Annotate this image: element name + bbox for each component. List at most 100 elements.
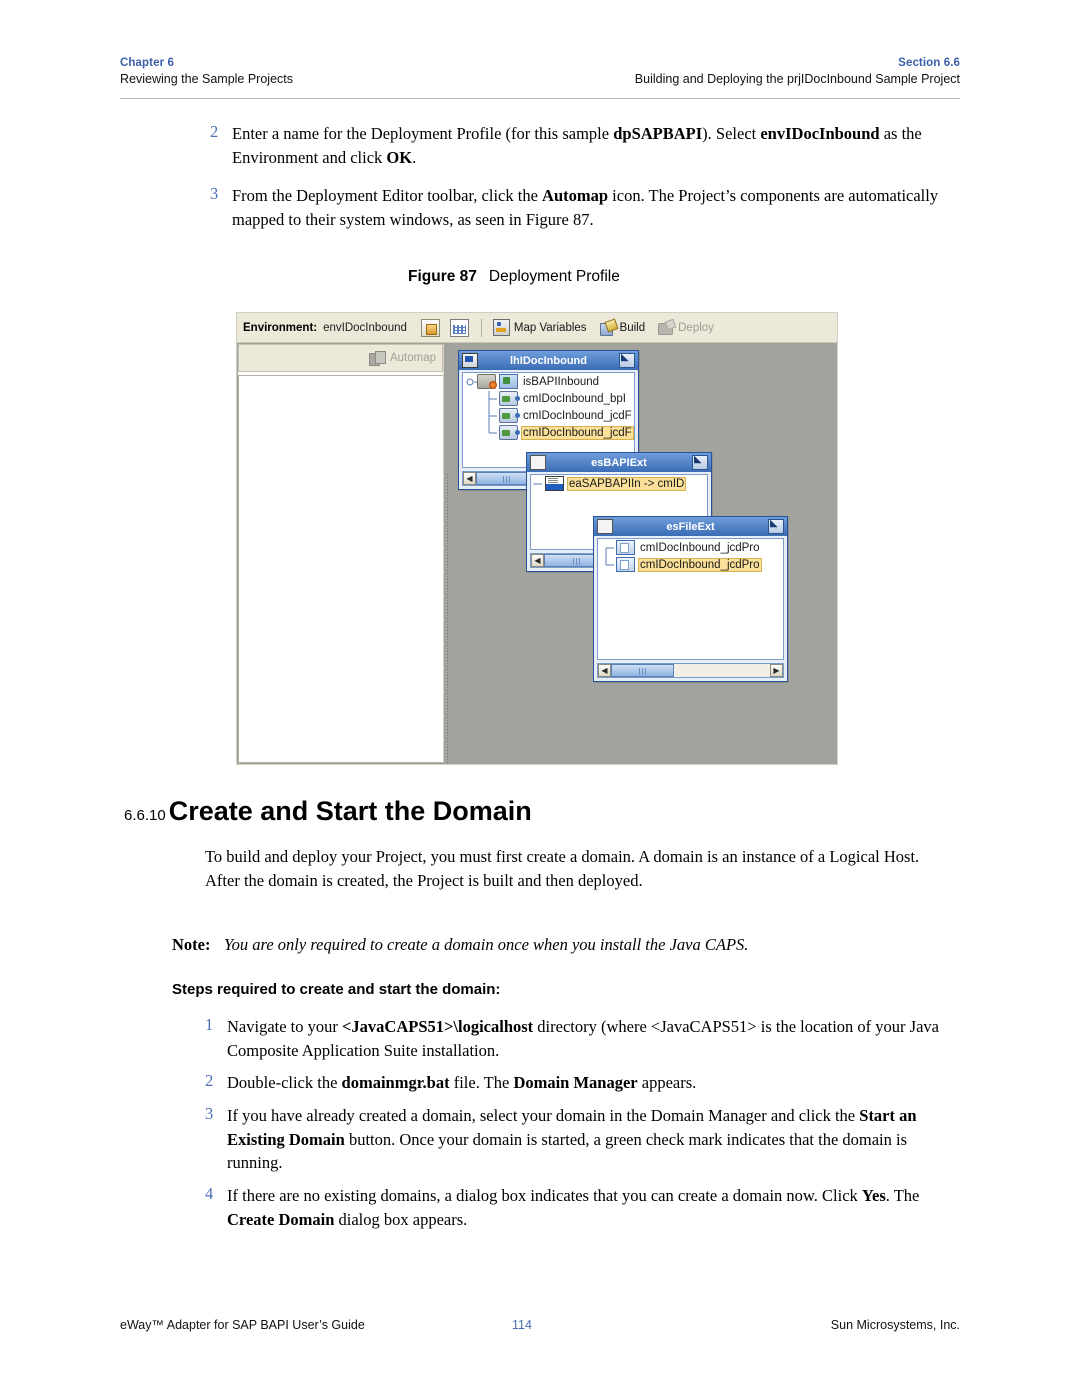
tree-row-label: cmIDocInbound_jcdF [523, 409, 632, 422]
left-canvas [238, 375, 443, 763]
footer-company: Sun Microsystems, Inc. [830, 1318, 960, 1332]
step-item: 2 Double-click the domainmgr.bat file. T… [205, 1071, 945, 1095]
horizontal-scrollbar[interactable]: ◀ ▶ [597, 663, 784, 678]
window-titlebar[interactable]: esBAPIExt [527, 453, 711, 472]
environment-label: Environment: [243, 321, 318, 334]
connection-icon [499, 425, 520, 440]
page-title: 6.6.10 Create and Start the Domain [124, 796, 532, 827]
deploy-button: Deploy [658, 320, 714, 335]
page-header: Chapter 6 Reviewing the Sample Projects … [120, 56, 960, 98]
tree-row-label: isBAPIInbound [523, 375, 600, 388]
page-number: 114 [512, 1318, 532, 1332]
map-variables-icon [492, 319, 510, 336]
header-chapter: Chapter 6 [120, 57, 174, 69]
deploy-icon [658, 320, 674, 335]
documents-icon[interactable] [420, 318, 440, 337]
window-titlebar[interactable]: lhIDocInbound [459, 351, 638, 370]
header-divider [120, 98, 960, 99]
section-intro-paragraph: To build and deploy your Project, you mu… [205, 847, 920, 890]
toolbar-separator [480, 318, 482, 337]
window-titlebar[interactable]: esFileExt [594, 517, 787, 536]
restore-icon[interactable] [768, 517, 784, 534]
automap-icon [368, 351, 386, 366]
step-item: 2 Enter a name for the Deployment Profil… [210, 122, 950, 169]
build-label: Build [619, 321, 646, 334]
environment-value: envIDocInbound [323, 321, 407, 334]
scroll-left-arrow[interactable]: ◀ [598, 664, 611, 677]
panel-splitter[interactable] [443, 344, 452, 764]
tree-row[interactable]: isBAPIInbound [463, 373, 634, 390]
map-variables-button[interactable]: Map Variables [492, 319, 587, 336]
step-number: 2 [205, 1071, 214, 1090]
service-icon [499, 374, 518, 389]
step-item: 3 If you have already created a domain, … [205, 1104, 945, 1175]
automap-label: Automap [389, 352, 436, 364]
section-number: 6.6.10 [124, 807, 166, 824]
connection-icon [499, 391, 520, 406]
window-title: esBAPIExt [591, 456, 647, 469]
deployment-profile-screenshot: Environment: envIDocInbound Map Variable… [236, 312, 838, 765]
scroll-right-arrow[interactable]: ▶ [770, 664, 783, 677]
tree-row-label: eaSAPBAPIIn -> cmID [567, 476, 687, 491]
file-icon [616, 557, 635, 572]
step-text: Double-click the domainmgr.bat file. The… [227, 1073, 697, 1092]
window-title: esFileExt [666, 520, 715, 533]
step-item: 3 From the Deployment Editor toolbar, cl… [210, 184, 950, 231]
tree-row-label: cmIDocInbound_bpI [523, 392, 626, 405]
header-left: Chapter 6 Reviewing the Sample Projects [120, 56, 293, 88]
figure-label: Figure 87 [408, 268, 477, 285]
file-icon [616, 540, 635, 555]
deployment-left-panel: Automap [238, 344, 443, 763]
tree-row-label: cmIDocInbound_jcdF [521, 425, 634, 440]
header-section: Section 6.6 [898, 57, 960, 69]
step-number: 1 [205, 1015, 214, 1034]
tree-row-selected[interactable]: eaSAPBAPIIn -> cmID [531, 475, 707, 492]
section-title: Create and Start the Domain [168, 796, 532, 826]
map-variables-label: Map Variables [513, 321, 587, 334]
window-title: lhIDocInbound [510, 354, 587, 367]
note-text: You are only required to create a domain… [224, 935, 749, 954]
figure-title: Deployment Profile [488, 268, 620, 285]
tree-row[interactable]: cmIDocInbound_bpI [463, 390, 634, 407]
step-item: 1 Navigate to your <JavaCAPS51>\logicalh… [205, 1015, 945, 1062]
build-button[interactable]: Build [599, 320, 646, 336]
window-tree: cmIDocInbound_jcdPro cmIDocInbound_jcdPr… [597, 538, 784, 660]
header-section-subtitle: Building and Deploying the prjIDocInboun… [634, 72, 960, 86]
header-right: Section 6.6 Building and Deploying the p… [635, 56, 960, 88]
scroll-left-arrow[interactable]: ◀ [463, 472, 476, 485]
step-text: If there are no existing domains, a dial… [227, 1186, 920, 1229]
restore-icon[interactable] [619, 351, 635, 368]
step-text: Navigate to your <JavaCAPS51>\logicalhos… [227, 1017, 939, 1060]
automap-button: Automap [238, 344, 443, 372]
note-label: Note: [172, 935, 211, 954]
step-item: 4 If there are no existing domains, a di… [205, 1184, 945, 1231]
tree-row-selected[interactable]: cmIDocInbound_jcdF [463, 424, 634, 441]
header-chapter-subtitle: Reviewing the Sample Projects [120, 72, 293, 86]
tree-row-selected[interactable]: cmIDocInbound_jcdPro [598, 556, 783, 573]
note-block: Note: You are only required to create a … [172, 933, 962, 956]
sap-icon [545, 476, 564, 491]
step-number: 4 [205, 1184, 214, 1203]
window-esfileext[interactable]: esFileExt cmIDocInbound_jcdPro cmIDocInb… [593, 516, 788, 682]
deployment-editor-toolbar: Environment: envIDocInbound Map Variable… [237, 313, 837, 343]
footer-title: eWay™ Adapter for SAP BAPI User’s Guide [120, 1318, 365, 1332]
tree-row[interactable]: cmIDocInbound_jcdF [463, 407, 634, 424]
scroll-track[interactable] [674, 664, 770, 677]
restore-icon[interactable] [692, 453, 708, 470]
step-number: 3 [205, 1104, 214, 1123]
steps-heading: Steps required to create and start the d… [172, 981, 501, 998]
blank-icon [597, 519, 613, 534]
blank-icon [530, 455, 546, 470]
step-number: 3 [210, 184, 219, 203]
deploy-label: Deploy [678, 321, 714, 334]
build-icon [599, 320, 616, 336]
scroll-left-arrow[interactable]: ◀ [531, 554, 544, 567]
grid-icon[interactable] [449, 318, 469, 337]
tree-row-label: cmIDocInbound_jcdPro [638, 557, 762, 572]
step-text: From the Deployment Editor toolbar, clic… [232, 186, 939, 229]
connection-icon [499, 408, 520, 423]
tree-row[interactable]: cmIDocInbound_jcdPro [598, 539, 783, 556]
monitor-icon [462, 353, 478, 368]
step-text: Enter a name for the Deployment Profile … [232, 124, 922, 167]
scroll-thumb[interactable] [611, 664, 674, 677]
